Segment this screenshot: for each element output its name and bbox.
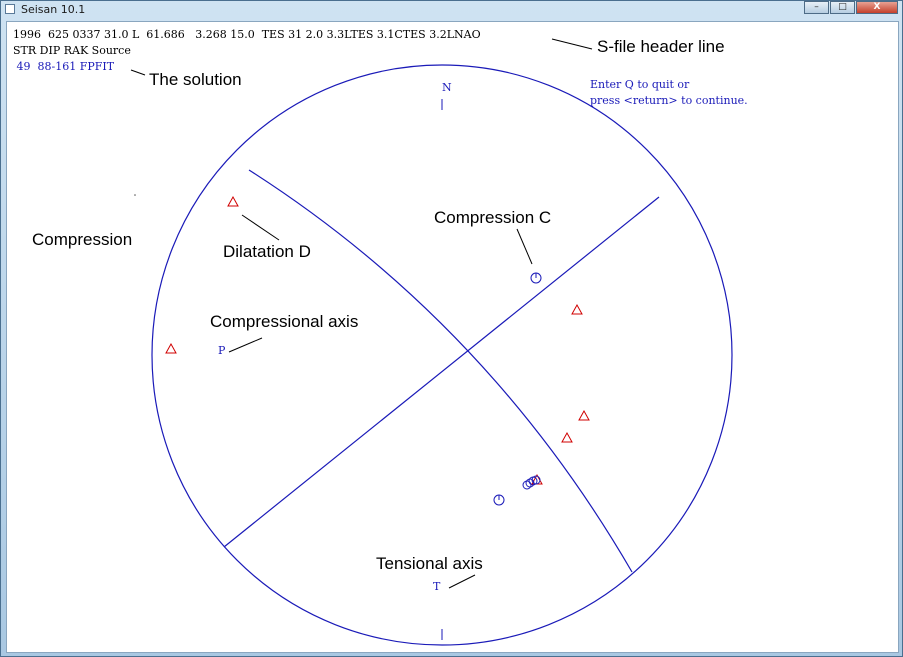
t-axis-label: T (433, 580, 441, 593)
p-axis-label: P (218, 344, 226, 357)
close-button[interactable]: X (856, 1, 898, 14)
app-icon (5, 4, 15, 14)
solution-pointer-line (130, 69, 146, 76)
compression-symbols (493, 272, 542, 506)
dilatation-pointer-line (241, 214, 280, 241)
dilatation-triangle (165, 342, 177, 354)
dilatation-triangle (578, 409, 590, 421)
minimize-button[interactable]: – (804, 1, 829, 14)
header-pointer-line (551, 38, 593, 50)
dilatation-triangle (571, 303, 583, 315)
dilatation-triangle (561, 431, 573, 443)
p-axis-pointer-line (228, 337, 263, 353)
prompt-line-1: Enter Q to quit or (590, 78, 690, 91)
t-axis-pointer-line (448, 574, 476, 589)
annotation-compression-c: Compression C (434, 208, 552, 227)
annotation-compression: Compression (32, 230, 133, 249)
maximize-button[interactable]: □ (830, 1, 855, 14)
window-title: Seisan 10.1 (21, 3, 86, 16)
annotation-header-line: S-file header line (597, 37, 725, 56)
annotation-dilatation: Dilatation D (223, 242, 311, 261)
prompt-line-2: press <return> to continue. (590, 94, 748, 107)
annotation-solution: The solution (149, 70, 242, 89)
seisan-window: Seisan 10.1 – □ X 1996 625 0337 31.0 L 6… (0, 0, 903, 657)
solution-values: 49 88-161 FPFIT (13, 60, 115, 73)
dilatation-symbols (165, 195, 590, 485)
stray-dot (134, 194, 136, 196)
sfile-header-line: 1996 625 0337 31.0 L 61.686 3.268 15.0 T… (13, 28, 481, 41)
dilatation-triangle (227, 195, 239, 207)
solution-column-headers: STR DIP RAK Source (13, 44, 131, 57)
north-label: N (442, 81, 452, 94)
window-controls: – □ X (803, 1, 898, 15)
focal-mechanism-canvas[interactable]: 1996 625 0337 31.0 L 61.686 3.268 15.0 T… (6, 21, 899, 653)
annotation-tensional-axis: Tensional axis (376, 554, 483, 573)
compression-c-pointer-line (516, 228, 533, 265)
nodal-plane-1 (248, 169, 633, 573)
title-bar[interactable]: Seisan 10.1 – □ X (1, 1, 902, 19)
annotation-compressional-axis: Compressional axis (210, 312, 359, 331)
